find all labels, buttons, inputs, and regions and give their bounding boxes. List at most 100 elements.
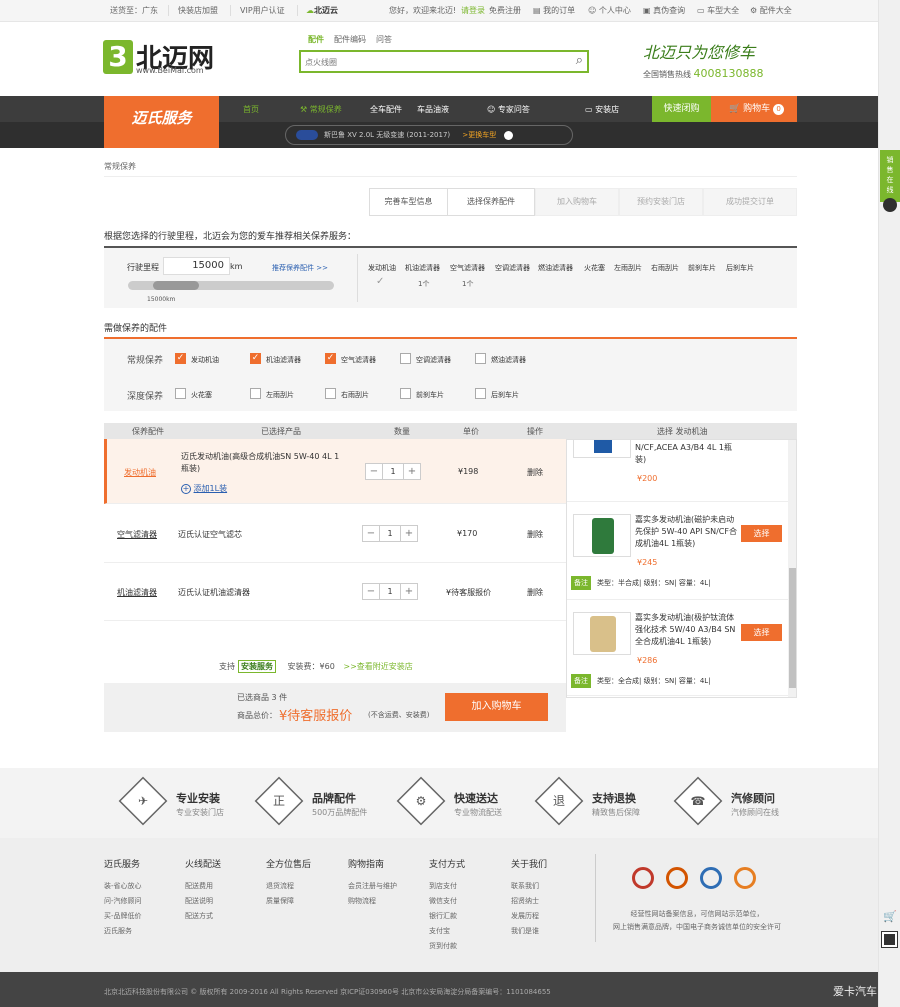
footer-link[interactable]: 退货流程 (266, 879, 311, 894)
footer-link[interactable]: 问-汽修顾问 (104, 894, 142, 909)
nearby-shops-link[interactable]: >>查看附近安装店 (343, 662, 412, 671)
footer-link[interactable]: 迈氏服务 (104, 924, 142, 939)
car-models-link[interactable]: ▭ 车型大全 (697, 5, 739, 16)
plus-button[interactable]: + (404, 464, 420, 479)
cert-badge-icon[interactable] (734, 867, 756, 889)
nav-maintenance[interactable]: ⚒ 常规保养 (300, 104, 342, 115)
footer-link[interactable]: 发展历程 (511, 909, 547, 924)
footer-link[interactable]: 招贤纳士 (511, 894, 547, 909)
footer-link[interactable]: 到店支付 (429, 879, 465, 894)
scrollbar[interactable] (788, 440, 796, 697)
checkbox-regular-1[interactable]: ✓ (250, 353, 261, 364)
recommend-link[interactable]: 推荐保养配件 >> (272, 263, 328, 273)
search-input[interactable]: 点火线圈 ⌕ (299, 50, 589, 73)
user-center-link[interactable]: ☺ 个人中心 (588, 5, 631, 16)
quantity-value[interactable]: 1 (379, 584, 401, 599)
checkbox-label[interactable]: 机油滤清器 (266, 355, 301, 365)
footer-link[interactable]: 装-省心放心 (104, 879, 142, 894)
mileage-input[interactable]: 15000 (163, 257, 230, 275)
delete-link[interactable]: 删除 (527, 587, 543, 598)
checkbox-label[interactable]: 前刹车片 (416, 390, 444, 400)
scrollbar-thumb[interactable] (789, 568, 796, 688)
checkbox-label[interactable]: 右雨刮片 (341, 390, 369, 400)
qr-code-icon[interactable] (881, 931, 898, 948)
login-link[interactable]: 请登录 (461, 5, 485, 16)
all-parts-link[interactable]: ⚙ 配件大全 (750, 5, 792, 16)
footer-link[interactable]: 配送费用 (185, 879, 221, 894)
checkbox-regular-2[interactable]: ✓ (325, 353, 336, 364)
ship-to-selector[interactable]: 送货至：广东 (110, 5, 158, 16)
checkbox-deep-4[interactable] (475, 388, 486, 399)
nav-install-shop[interactable]: ▭ 安装店 (585, 104, 619, 115)
toggle-icon[interactable] (504, 130, 514, 140)
footer-link[interactable]: 联系我们 (511, 879, 547, 894)
checkbox-regular-0[interactable]: ✓ (175, 353, 186, 364)
cloud-link[interactable]: ☁北迈云 (306, 5, 338, 16)
footer-link[interactable]: 购物流程 (348, 894, 397, 909)
checkbox-deep-2[interactable] (325, 388, 336, 399)
search-tab-qa[interactable]: 问答 (376, 34, 392, 45)
nav-home[interactable]: 首页 (243, 104, 259, 115)
checkbox-label[interactable]: 空调滤清器 (416, 355, 451, 365)
footer-link[interactable]: 配送方式 (185, 909, 221, 924)
checkbox-label[interactable]: 燃油滤清器 (491, 355, 526, 365)
minus-button[interactable]: − (363, 526, 379, 541)
footer-link[interactable]: 银行汇款 (429, 909, 465, 924)
cert-badge-icon[interactable] (666, 867, 688, 889)
sales-online-button[interactable]: 销售在线 (880, 150, 900, 212)
fast-buy-button[interactable]: 快速闭购 (652, 96, 711, 122)
checkbox-deep-3[interactable] (400, 388, 411, 399)
row-part[interactable]: 机油滤清器 (117, 587, 157, 598)
mileage-slider-handle[interactable] (152, 281, 199, 290)
footer-link[interactable]: 配送说明 (185, 894, 221, 909)
product-name[interactable]: 嘉实多发动机油(磁护未启动先保护 5W-40 API SN/CF合成机油4L 1… (635, 514, 740, 550)
add-to-cart-button[interactable]: 加入购物车 (445, 693, 548, 721)
cert-badge-icon[interactable] (700, 867, 722, 889)
checkbox-label[interactable]: 火花塞 (191, 390, 212, 400)
product-image[interactable] (573, 514, 631, 557)
quantity-value[interactable]: 1 (382, 464, 404, 479)
cart-icon[interactable]: 🛒 (883, 910, 897, 923)
footer-link[interactable]: 支付宝 (429, 924, 465, 939)
change-vehicle-link[interactable]: >更换车型 (462, 131, 496, 139)
search-tab-code[interactable]: 配件编码 (334, 34, 366, 45)
cert-badge-icon[interactable] (632, 867, 654, 889)
quantity-value[interactable]: 1 (379, 526, 401, 541)
nav-expert-qa[interactable]: ☺ 专家问答 (487, 104, 530, 115)
search-icon[interactable]: ⌕ (576, 53, 583, 68)
quantity-stepper[interactable]: −1 + (362, 583, 418, 600)
checkbox-regular-3[interactable] (400, 353, 411, 364)
product-name[interactable]: 嘉实多发动机油(极护钛流体强化技术 5W/40 A3/B4 SN全合成机油4L … (635, 612, 740, 648)
join-link[interactable]: 快装店加盟 (178, 5, 218, 16)
product-image[interactable] (573, 440, 631, 458)
footer-link[interactable]: 货到付款 (429, 939, 465, 954)
cart-button[interactable]: 🛒 购物车 0 (711, 96, 797, 122)
search-tab-parts[interactable]: 配件 (308, 34, 324, 45)
row-part[interactable]: 发动机油 (124, 467, 156, 478)
vip-link[interactable]: VIP用户认证 (240, 5, 285, 16)
delete-link[interactable]: 删除 (527, 529, 543, 540)
footer-link[interactable]: 买-品牌低价 (104, 909, 142, 924)
selected-vehicle[interactable]: 斯巴鲁 XV 2.0L 无级变速 (2011-2017) >更换车型 (285, 125, 573, 145)
checkbox-label[interactable]: 空气滤清器 (341, 355, 376, 365)
select-button[interactable]: 选择 (741, 624, 782, 641)
quantity-stepper[interactable]: −1 + (362, 525, 418, 542)
checkbox-regular-4[interactable] (475, 353, 486, 364)
nav-all-parts[interactable]: 全车配件 (370, 104, 402, 115)
footer-link[interactable]: 微信支付 (429, 894, 465, 909)
product-image[interactable] (573, 612, 631, 655)
register-link[interactable]: 免费注册 (489, 5, 521, 16)
brand-service-banner[interactable]: 迈氏服务 (104, 96, 219, 148)
add-1l-link[interactable]: + 添加1L装 (181, 483, 227, 494)
checkbox-label[interactable]: 发动机油 (191, 355, 219, 365)
checkbox-label[interactable]: 后刹车片 (491, 390, 519, 400)
footer-link[interactable]: 会员注册与维护 (348, 879, 397, 894)
minus-button[interactable]: − (366, 464, 382, 479)
select-button[interactable]: 选择 (741, 525, 782, 542)
checkbox-deep-0[interactable] (175, 388, 186, 399)
row-part[interactable]: 空气滤清器 (117, 529, 157, 540)
footer-link[interactable]: 我们是谁 (511, 924, 547, 939)
footer-link[interactable]: 质量保障 (266, 894, 311, 909)
verify-link[interactable]: ▣ 真伪查询 (643, 5, 685, 16)
minus-button[interactable]: − (363, 584, 379, 599)
